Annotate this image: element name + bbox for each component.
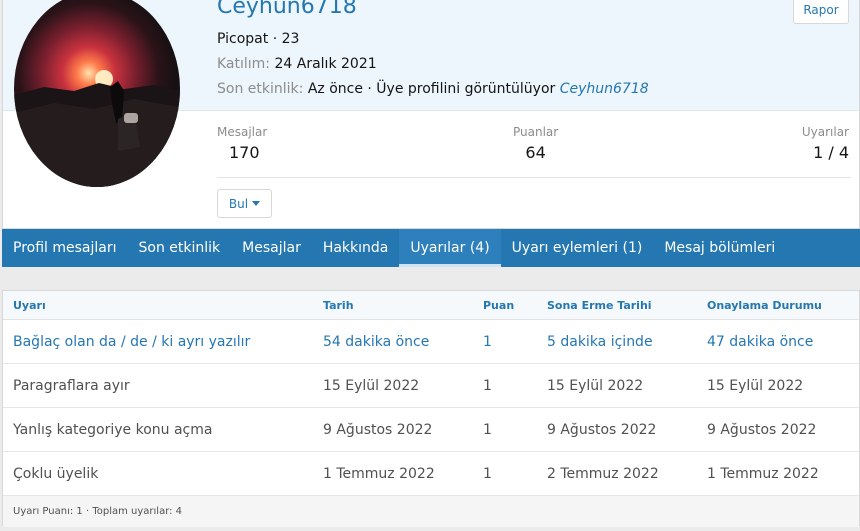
stat-points-value: 64 xyxy=(525,143,546,162)
warning-date: 9 Ağustos 2022 xyxy=(323,422,433,438)
table-footer: Uyarı Puanı: 1 · Toplam uyarılar: 4 xyxy=(3,496,859,527)
tab-profile-posts[interactable]: Profil mesajları xyxy=(2,229,128,267)
warning-status: 15 Eylül 2022 xyxy=(707,378,804,394)
joined-label: Katılım: xyxy=(217,56,271,72)
table-row[interactable]: Yanlış kategoriye konu açma 9 Ağustos 20… xyxy=(3,408,859,452)
stat-messages-label: Mesajlar xyxy=(217,125,268,139)
joined-line: Katılım: 24 Aralık 2021 xyxy=(217,56,377,72)
activity-label: Son etkinlik: xyxy=(217,81,304,97)
stat-points-label: Puanlar xyxy=(513,125,559,139)
caret-down-icon xyxy=(252,201,261,206)
warning-expiry: 9 Ağustos 2022 xyxy=(547,422,657,438)
joined-value: 24 Aralık 2021 xyxy=(274,56,377,72)
warning-status: 1 Temmuz 2022 xyxy=(707,466,819,482)
profile-card: Ceyhun6718 Picopat · 23 Katılım: 24 Aral… xyxy=(2,0,860,229)
avatar[interactable] xyxy=(14,0,180,187)
column-header-points[interactable]: Puan xyxy=(483,299,514,312)
warning-expiry: 15 Eylül 2022 xyxy=(547,378,644,394)
find-button-label: Bul xyxy=(228,196,249,211)
stats-divider xyxy=(217,177,851,178)
username[interactable]: Ceyhun6718 xyxy=(217,0,357,19)
find-button[interactable]: Bul xyxy=(217,189,272,218)
warning-points: 1 xyxy=(483,422,492,438)
user-title: Picopat · 23 xyxy=(217,31,300,47)
tab-warning-actions[interactable]: Uyarı eylemleri (1) xyxy=(501,229,654,267)
report-button[interactable]: Rapor xyxy=(793,0,849,24)
warning-status: 47 dakika önce xyxy=(707,334,814,350)
tab-recent-activity[interactable]: Son etkinlik xyxy=(128,229,232,267)
warning-title[interactable]: Bağlaç olan da / de / ki ayrı yazılır xyxy=(13,334,250,350)
tab-post-areas[interactable]: Mesaj bölümleri xyxy=(653,229,786,267)
stat-warnings-value: 1 / 4 xyxy=(813,143,849,162)
warning-expiry: 5 dakika içinde xyxy=(547,334,653,350)
stat-warnings-label: Uyarılar xyxy=(801,125,849,139)
warning-date: 54 dakika önce xyxy=(323,334,430,350)
sunset-photo xyxy=(14,70,180,187)
stat-points[interactable]: Puanlar 64 xyxy=(513,125,558,162)
warning-points: 1 xyxy=(483,378,492,394)
warning-points: 1 xyxy=(483,334,492,350)
table-row[interactable]: Çoklu üyelik 1 Temmuz 2022 1 2 Temmuz 20… xyxy=(3,452,859,496)
profile-tabs: Profil mesajları Son etkinlik Mesajlar H… xyxy=(2,229,860,267)
stat-warnings[interactable]: Uyarılar 1 / 4 xyxy=(802,125,849,162)
last-activity-line: Son etkinlik: Az önce · Üye profilini gö… xyxy=(217,81,649,97)
warning-title: Paragraflara ayır xyxy=(13,378,130,394)
warning-date: 1 Temmuz 2022 xyxy=(323,466,435,482)
table-row[interactable]: Paragraflara ayır 15 Eylül 2022 1 15 Eyl… xyxy=(3,364,859,408)
table-row[interactable]: Bağlaç olan da / de / ki ayrı yazılır 54… xyxy=(3,320,859,364)
activity-link[interactable]: Ceyhun6718 xyxy=(560,81,649,97)
activity-value: Az önce · Üye profilini görüntülüyor xyxy=(307,81,556,97)
tab-warnings[interactable]: Uyarılar (4) xyxy=(399,229,501,267)
warnings-table: Uyarı Tarih Puan Sona Erme Tarihi Onayla… xyxy=(2,290,860,527)
warning-title: Çoklu üyelik xyxy=(13,466,99,482)
warning-expiry: 2 Temmuz 2022 xyxy=(547,466,659,482)
tab-postings[interactable]: Mesajlar xyxy=(231,229,312,267)
column-header-status[interactable]: Onaylama Durumu xyxy=(707,299,822,312)
stat-messages[interactable]: Mesajlar 170 xyxy=(217,125,267,162)
column-header-warning[interactable]: Uyarı xyxy=(13,299,46,312)
table-header: Uyarı Tarih Puan Sona Erme Tarihi Onayla… xyxy=(3,291,859,320)
warning-date: 15 Eylül 2022 xyxy=(323,378,420,394)
column-header-expiry[interactable]: Sona Erme Tarihi xyxy=(547,299,652,312)
column-header-date[interactable]: Tarih xyxy=(323,299,354,312)
warning-points: 1 xyxy=(483,466,492,482)
tab-about[interactable]: Hakkında xyxy=(312,229,400,267)
warning-status: 9 Ağustos 2022 xyxy=(707,422,817,438)
warning-summary: Uyarı Puanı: 1 · Toplam uyarılar: 4 xyxy=(13,506,183,517)
stat-messages-value: 170 xyxy=(229,143,260,162)
warning-title: Yanlış kategoriye konu açma xyxy=(13,422,213,438)
